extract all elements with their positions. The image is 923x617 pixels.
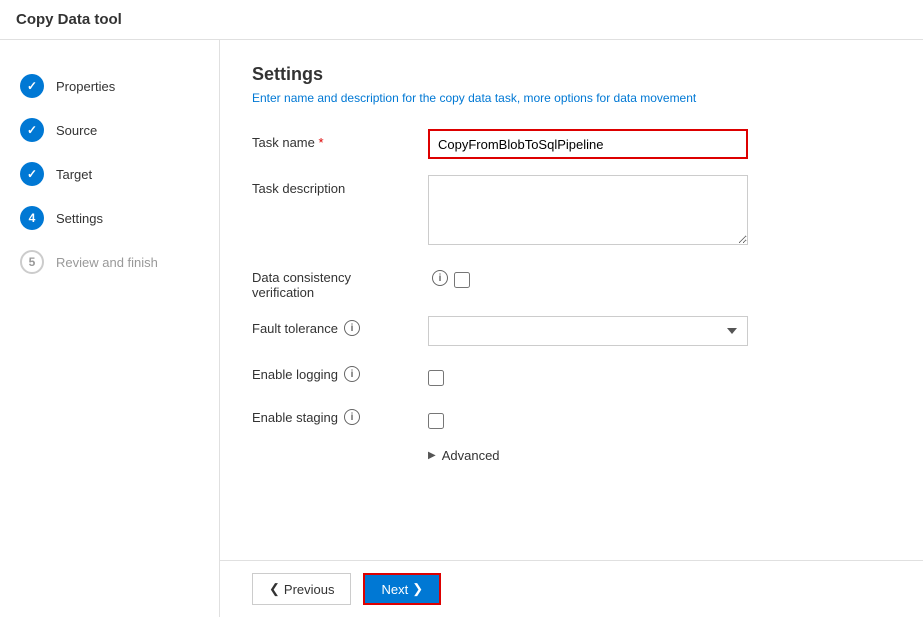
sidebar: ✓ Properties ✓ Source ✓ Target 4 Setting… — [0, 40, 220, 617]
data-consistency-checkbox[interactable] — [454, 272, 470, 288]
checkmark-icon: ✓ — [27, 79, 37, 93]
task-description-row: Task description — [252, 175, 891, 248]
fault-tolerance-control — [428, 316, 891, 346]
sidebar-item-label-target: Target — [56, 167, 92, 182]
sidebar-item-label-review: Review and finish — [56, 255, 158, 270]
previous-button[interactable]: ❮ Previous — [252, 573, 351, 605]
sidebar-item-label-settings: Settings — [56, 211, 103, 226]
checkmark-icon-source: ✓ — [27, 123, 37, 137]
app-title: Copy Data tool — [16, 11, 122, 28]
fault-tolerance-row: Fault tolerance i — [252, 316, 891, 346]
content-footer: ❮ Previous Next ❯ — [220, 560, 923, 617]
enable-staging-control — [428, 405, 891, 432]
task-description-input[interactable] — [428, 175, 748, 245]
previous-chevron-icon: ❮ — [269, 581, 280, 597]
content-subtitle: Enter name and description for the copy … — [252, 91, 891, 105]
next-chevron-icon: ❯ — [412, 581, 423, 597]
sidebar-item-review[interactable]: 5 Review and finish — [0, 240, 219, 284]
sidebar-item-source[interactable]: ✓ Source — [0, 108, 219, 152]
required-indicator: * — [319, 135, 324, 150]
task-description-label: Task description — [252, 175, 412, 196]
sidebar-item-label-source: Source — [56, 123, 97, 138]
data-consistency-label: Data consistency verification — [252, 264, 412, 300]
next-button[interactable]: Next ❯ — [363, 573, 441, 605]
enable-logging-row: Enable logging i — [252, 362, 891, 389]
previous-label: Previous — [284, 582, 335, 597]
next-label: Next — [381, 582, 408, 597]
fault-tolerance-select[interactable] — [428, 316, 748, 346]
fault-tolerance-info-icon[interactable]: i — [344, 320, 360, 336]
task-name-row: Task name * — [252, 129, 891, 159]
task-description-control — [428, 175, 891, 248]
content-body: Settings Enter name and description for … — [220, 40, 923, 560]
step-circle-review: 5 — [20, 250, 44, 274]
sidebar-item-target[interactable]: ✓ Target — [0, 152, 219, 196]
enable-staging-row: Enable staging i — [252, 405, 891, 432]
enable-logging-label: Enable logging i — [252, 362, 412, 382]
step-number-settings: 4 — [29, 211, 36, 225]
enable-logging-checkbox[interactable] — [428, 370, 444, 386]
enable-logging-info-icon[interactable]: i — [344, 366, 360, 382]
content-title: Settings — [252, 64, 891, 85]
enable-logging-control — [428, 362, 891, 389]
data-consistency-control: i — [428, 264, 891, 288]
sidebar-item-label-properties: Properties — [56, 79, 115, 94]
task-name-label: Task name * — [252, 129, 412, 150]
enable-staging-info-icon[interactable]: i — [344, 409, 360, 425]
data-consistency-info-icon[interactable]: i — [432, 270, 448, 286]
step-circle-source: ✓ — [20, 118, 44, 142]
task-name-control — [428, 129, 891, 159]
step-circle-target: ✓ — [20, 162, 44, 186]
chevron-right-icon: ▶ — [428, 450, 436, 461]
enable-staging-label: Enable staging i — [252, 405, 412, 425]
enable-staging-checkbox[interactable] — [428, 413, 444, 429]
advanced-row[interactable]: ▶ Advanced — [428, 448, 891, 463]
advanced-label: Advanced — [442, 448, 500, 463]
fault-tolerance-label: Fault tolerance i — [252, 316, 412, 336]
checkmark-icon-target: ✓ — [27, 167, 37, 181]
task-name-input[interactable] — [428, 129, 748, 159]
step-circle-properties: ✓ — [20, 74, 44, 98]
sidebar-item-properties[interactable]: ✓ Properties — [0, 64, 219, 108]
step-number-review: 5 — [29, 255, 36, 269]
data-consistency-row: Data consistency verification i — [252, 264, 891, 300]
content-area: Settings Enter name and description for … — [220, 40, 923, 617]
sidebar-item-settings[interactable]: 4 Settings — [0, 196, 219, 240]
step-circle-settings: 4 — [20, 206, 44, 230]
